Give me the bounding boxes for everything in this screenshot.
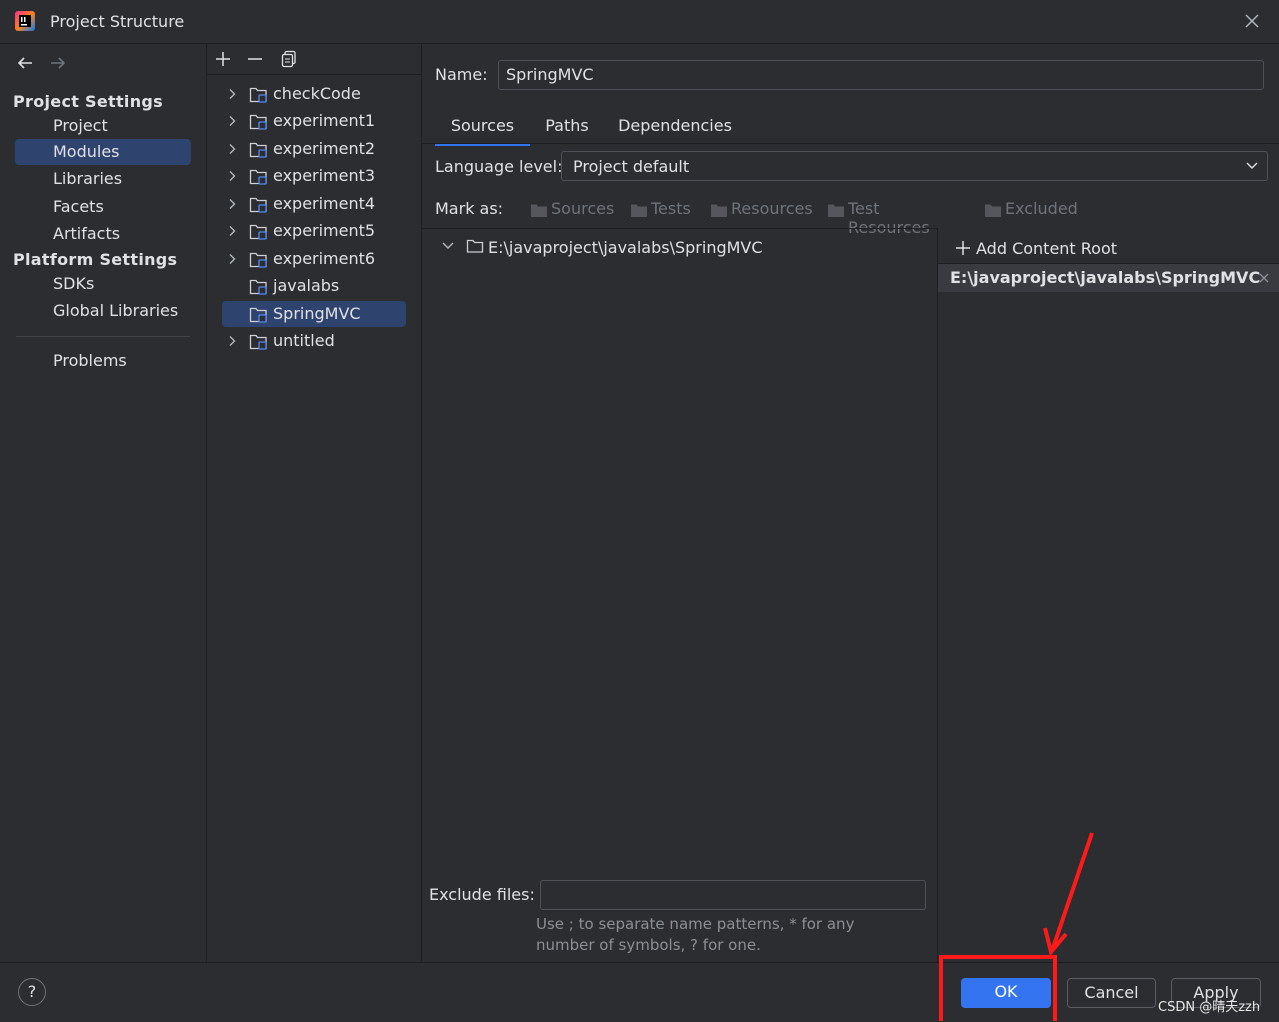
ok-button[interactable]: OK (961, 978, 1051, 1008)
module-item[interactable]: SpringMVC (222, 301, 406, 327)
folder-icon (530, 203, 548, 218)
module-item[interactable]: experiment3 (222, 163, 406, 189)
cancel-button[interactable]: Cancel (1067, 978, 1156, 1008)
module-item[interactable]: checkCode (222, 81, 406, 107)
chevron-right-icon[interactable] (226, 115, 238, 127)
module-folder-icon (249, 278, 269, 296)
nav-item-project[interactable]: Project (15, 113, 191, 139)
chevron-right-icon[interactable] (226, 225, 238, 237)
nav-divider (16, 336, 190, 337)
module-name-input[interactable]: SpringMVC (498, 60, 1264, 90)
language-level-dropdown[interactable]: Project default (561, 151, 1268, 181)
module-folder-icon (249, 113, 269, 131)
remove-icon[interactable] (247, 51, 263, 67)
content-root-row[interactable]: E:\javaproject\javalabs\SpringMVC (938, 264, 1279, 292)
language-level-value: Project default (573, 157, 690, 176)
help-button[interactable]: ? (18, 978, 46, 1006)
module-folder-icon (249, 141, 269, 159)
mark-as-label-text: Test Resources (848, 199, 930, 237)
source-tree-top-border (422, 228, 937, 229)
module-name: experiment3 (273, 166, 376, 185)
module-name: experiment6 (273, 249, 376, 268)
module-item[interactable]: javalabs (222, 273, 406, 299)
mark-as-label-text: Excluded (1005, 199, 1078, 218)
chevron-down-icon (1246, 161, 1258, 171)
module-folder-icon (249, 168, 269, 186)
module-item[interactable]: untitled (222, 328, 406, 354)
module-name: SpringMVC (273, 304, 361, 323)
module-name: experiment4 (273, 194, 376, 213)
add-icon[interactable] (215, 51, 231, 67)
nav-item-modules[interactable]: Modules (15, 139, 191, 165)
folder-icon (630, 203, 648, 218)
tab-paths[interactable]: Paths (532, 113, 602, 143)
module-folder-icon (249, 223, 269, 241)
modules-toolbar-divider (207, 74, 421, 75)
module-item[interactable]: experiment6 (222, 246, 406, 272)
name-label: Name: (435, 65, 488, 84)
copy-icon[interactable] (281, 50, 297, 68)
folder-icon (710, 203, 728, 218)
nav-item-artifacts[interactable]: Artifacts (15, 221, 191, 247)
mark-as-label-text: Resources (731, 199, 813, 218)
module-name: javalabs (273, 276, 340, 295)
exclude-hint-line1: Use ; to separate name patterns, * for a… (536, 915, 855, 933)
add-content-root-link[interactable]: Add Content Root (976, 239, 1117, 258)
close-icon[interactable] (1244, 13, 1260, 29)
intellij-logo-icon (14, 10, 36, 32)
nav-item-global-libraries[interactable]: Global Libraries (15, 298, 191, 324)
module-name: experiment5 (273, 221, 376, 240)
module-folder-icon (249, 306, 269, 324)
back-arrow-icon[interactable] (16, 55, 34, 71)
mark-as-label: Mark as: (435, 199, 504, 218)
mark-as-label-text: Sources (551, 199, 615, 218)
language-level-label: Language level: (435, 157, 563, 176)
module-folder-icon (249, 251, 269, 269)
exclude-files-input[interactable] (540, 880, 926, 910)
tab-dependencies[interactable]: Dependencies (610, 113, 740, 143)
exclude-files-label: Exclude files: (429, 885, 535, 904)
chevron-right-icon[interactable] (226, 170, 238, 182)
module-item[interactable]: experiment4 (222, 191, 406, 217)
vertical-splitter[interactable] (937, 228, 938, 962)
remove-content-root-icon[interactable] (1259, 273, 1269, 283)
module-folder-icon (249, 333, 269, 351)
content-root-path: E:\javaproject\javalabs\SpringMVC (950, 268, 1261, 287)
folder-icon (466, 238, 484, 254)
module-name: experiment1 (273, 111, 376, 130)
tab-sources[interactable]: Sources (435, 113, 530, 146)
chevron-right-icon[interactable] (226, 253, 238, 265)
module-item[interactable]: experiment2 (222, 136, 406, 162)
source-tree-root[interactable]: E:\javaproject\javalabs\SpringMVC (488, 238, 763, 257)
module-details-pane (422, 44, 1279, 962)
mark-as-label-text: Tests (651, 199, 691, 218)
nav-item-problems[interactable]: Problems (15, 348, 191, 374)
module-item[interactable]: experiment5 (222, 218, 406, 244)
module-name: checkCode (273, 84, 361, 103)
module-item[interactable]: experiment1 (222, 108, 406, 134)
tabs-divider (422, 143, 1279, 144)
folder-icon (827, 203, 845, 218)
chevron-right-icon[interactable] (226, 88, 238, 100)
window-title: Project Structure (50, 12, 185, 31)
chevron-right-icon[interactable] (226, 198, 238, 210)
module-folder-icon (249, 196, 269, 214)
forward-arrow-icon[interactable] (49, 55, 67, 71)
add-icon (955, 240, 971, 256)
module-name: untitled (273, 331, 335, 350)
chevron-right-icon[interactable] (226, 143, 238, 155)
exclude-hint-line2: number of symbols, ? for one. (536, 936, 761, 954)
nav-item-facets[interactable]: Facets (15, 194, 191, 220)
folder-icon (984, 203, 1002, 218)
platform-settings-heading: Platform Settings (13, 250, 178, 269)
project-settings-heading: Project Settings (13, 92, 163, 111)
watermark: CSDN @晴天zzh (1158, 1000, 1261, 1015)
title-bar: Project Structure (0, 0, 1279, 44)
module-name: experiment2 (273, 139, 376, 158)
nav-item-sdks[interactable]: SDKs (15, 271, 191, 297)
module-folder-icon (249, 86, 269, 104)
chevron-down-icon[interactable] (441, 240, 455, 252)
nav-item-libraries[interactable]: Libraries (15, 166, 191, 192)
chevron-right-icon[interactable] (226, 335, 238, 347)
